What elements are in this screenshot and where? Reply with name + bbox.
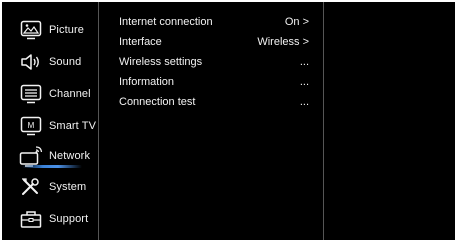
setting-label: Internet connection	[119, 16, 213, 28]
sidebar-item-label: Support	[49, 213, 89, 225]
sidebar-item-label: Channel	[49, 88, 91, 100]
smart-tv-icon: M	[19, 115, 43, 137]
sidebar-item-channel[interactable]: Channel	[2, 80, 98, 108]
sidebar-item-system[interactable]: System	[2, 173, 98, 201]
setting-value: On >	[284, 16, 309, 28]
toolbox-icon	[19, 208, 43, 230]
detail-panel	[324, 2, 455, 240]
speaker-icon	[19, 51, 43, 73]
sidebar-item-label: Sound	[49, 56, 82, 68]
setting-label: Connection test	[119, 96, 196, 108]
sidebar-item-label: Picture	[49, 24, 84, 36]
selection-indicator	[22, 165, 82, 168]
setting-label: Information	[119, 76, 175, 88]
sidebar-item-picture[interactable]: Picture	[2, 16, 98, 44]
setting-value: Wireless >	[257, 36, 309, 48]
sidebar-item-label: System	[49, 181, 87, 193]
sidebar-item-label: Network	[49, 150, 91, 162]
network-icon	[19, 145, 43, 167]
connection-test-row[interactable]: Connection test ...	[119, 96, 309, 112]
channel-icon	[19, 83, 43, 105]
setting-value: ...	[299, 76, 309, 88]
sidebar-item-label: Smart TV	[49, 120, 97, 132]
interface-row[interactable]: Interface Wireless >	[119, 36, 309, 52]
sidebar-item-support[interactable]: Support	[2, 205, 98, 233]
svg-text:M: M	[28, 121, 35, 130]
picture-icon	[19, 19, 43, 41]
internet-connection-row[interactable]: Internet connection On >	[119, 16, 309, 32]
sidebar-item-smart-tv[interactable]: M Smart TV	[2, 112, 98, 140]
information-row[interactable]: Information ...	[119, 76, 309, 92]
setting-value: ...	[299, 56, 309, 68]
settings-sidebar: Picture Sound Channel M Smart TV Network…	[2, 2, 99, 240]
wireless-settings-row[interactable]: Wireless settings ...	[119, 56, 309, 72]
setting-label: Wireless settings	[119, 56, 203, 68]
tools-icon	[19, 176, 43, 198]
sidebar-item-sound[interactable]: Sound	[2, 48, 98, 76]
setting-value: ...	[299, 96, 309, 108]
tv-settings-screen: Picture Sound Channel M Smart TV Network…	[2, 2, 455, 240]
setting-label: Interface	[119, 36, 162, 48]
network-settings-panel: Internet connection On > Interface Wirel…	[99, 2, 324, 240]
